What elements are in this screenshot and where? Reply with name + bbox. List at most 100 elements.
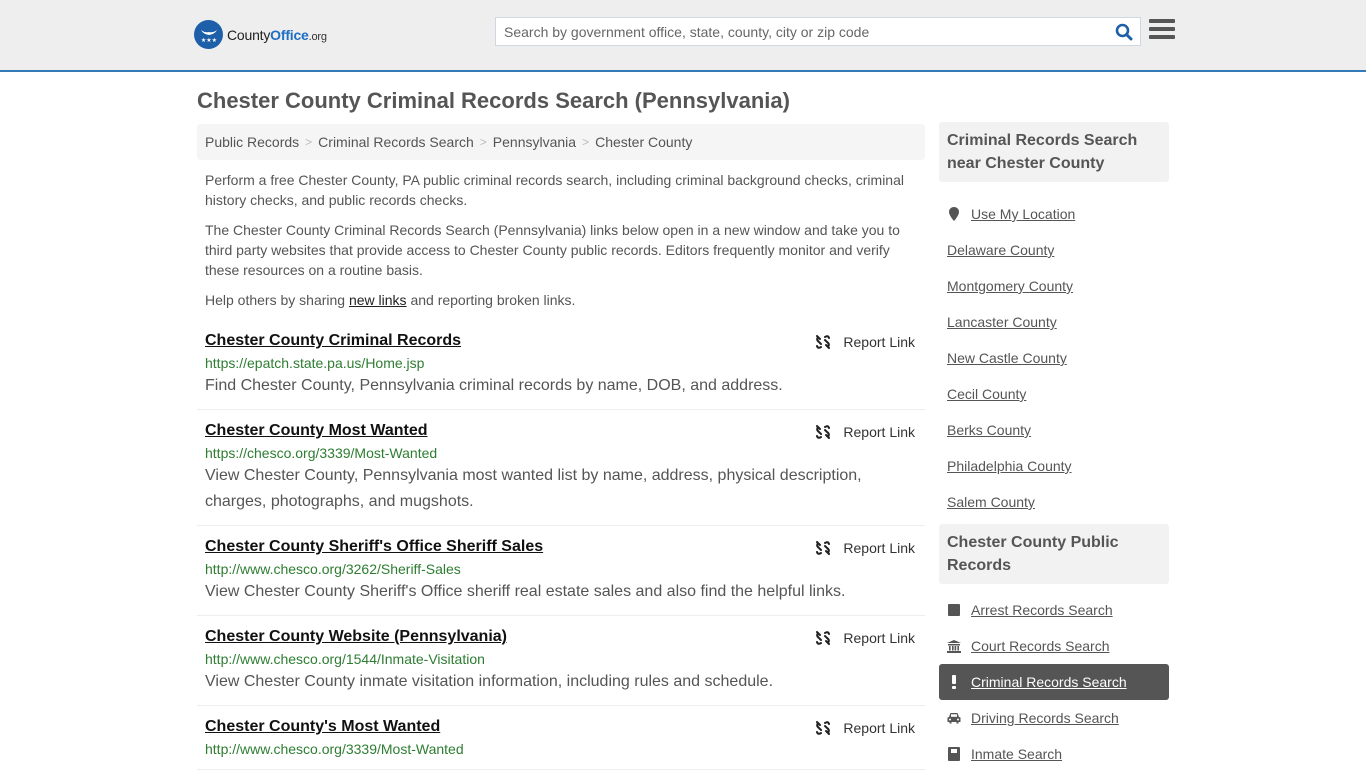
- eagle-logo-icon: ★★★: [194, 20, 223, 49]
- court-records-link[interactable]: Court Records Search: [971, 638, 1110, 654]
- menu-bar: [1149, 27, 1175, 31]
- result-title-link[interactable]: Chester County Sheriff's Office Sheriff …: [205, 536, 543, 558]
- nearby-county-link[interactable]: Philadelphia County: [947, 458, 1072, 474]
- nearby-county-list: Use My Location Delaware County Montgome…: [939, 182, 1169, 520]
- breadcrumb-separator: >: [582, 135, 590, 149]
- site-logo[interactable]: ★★★ CountyOffice.org: [194, 20, 327, 49]
- public-record-item-active: Criminal Records Search: [939, 664, 1169, 700]
- result-url: http://www.chesco.org/3339/Most-Wanted: [205, 741, 464, 757]
- courthouse-icon: [947, 639, 961, 653]
- broken-link-icon: [816, 631, 831, 645]
- result-url: https://epatch.state.pa.us/Home.jsp: [205, 355, 425, 371]
- public-records-section: Chester County Public Records Arrest Rec…: [939, 524, 1169, 772]
- report-link-label: Report Link: [843, 720, 915, 736]
- nearby-county-item: Berks County: [939, 412, 1169, 448]
- menu-bar: [1149, 19, 1175, 23]
- nearby-county-link[interactable]: Berks County: [947, 422, 1031, 438]
- nearby-county-link[interactable]: Cecil County: [947, 386, 1026, 402]
- public-record-item: Driving Records Search: [939, 700, 1169, 736]
- breadcrumb-item-pennsylvania[interactable]: Pennsylvania: [493, 134, 576, 150]
- nearby-county-item: Montgomery County: [939, 268, 1169, 304]
- search-icon: [1115, 23, 1133, 40]
- menu-bar: [1149, 35, 1175, 39]
- report-link-label: Report Link: [843, 630, 915, 646]
- broken-link-icon: [816, 425, 831, 439]
- search-button[interactable]: [1108, 18, 1140, 45]
- result-title-link[interactable]: Chester County's Most Wanted: [205, 716, 440, 738]
- breadcrumb-separator: >: [479, 135, 487, 149]
- site-header: ★★★ CountyOffice.org: [0, 0, 1366, 72]
- arrest-records-link[interactable]: Arrest Records Search: [971, 602, 1113, 618]
- square-icon: [947, 604, 961, 616]
- search-input[interactable]: [496, 18, 1108, 45]
- breadcrumb-item-public-records[interactable]: Public Records: [205, 134, 299, 150]
- public-record-item: Inmate Search: [939, 736, 1169, 772]
- result-item: Chester County Most Wanted Report Link h…: [197, 410, 925, 526]
- result-url: http://www.chesco.org/3262/Sheriff-Sales: [205, 561, 461, 577]
- new-links-link[interactable]: new links: [349, 292, 407, 308]
- nearby-county-item: Lancaster County: [939, 304, 1169, 340]
- result-url: http://www.chesco.org/1544/Inmate-Visita…: [205, 651, 485, 667]
- map-marker-icon: [947, 207, 961, 221]
- public-record-item: Court Records Search: [939, 628, 1169, 664]
- report-link-button[interactable]: Report Link: [815, 334, 915, 350]
- nearby-county-link[interactable]: Montgomery County: [947, 278, 1073, 294]
- nearby-county-link[interactable]: Salem County: [947, 494, 1035, 510]
- share-text: Help others by sharing: [205, 292, 349, 308]
- result-description: Find Chester County, Pennsylvania crimin…: [205, 377, 783, 394]
- intro-text: Perform a free Chester County, PA public…: [197, 170, 925, 310]
- report-link-button[interactable]: Report Link: [815, 630, 915, 646]
- result-description: View Chester County inmate visitation in…: [205, 673, 774, 690]
- logo-text: CountyOffice.org: [227, 26, 327, 43]
- nearby-county-link[interactable]: New Castle County: [947, 350, 1067, 366]
- nearby-counties-section: Criminal Records Search near Chester Cou…: [939, 122, 1169, 520]
- breadcrumb-item-chester-county[interactable]: Chester County: [595, 134, 692, 150]
- sidebar: Criminal Records Search near Chester Cou…: [939, 122, 1169, 772]
- broken-link-icon: [816, 541, 831, 555]
- intro-paragraph: The Chester County Criminal Records Sear…: [205, 222, 900, 278]
- breadcrumb: Public Records > Criminal Records Search…: [197, 124, 925, 160]
- inmate-icon: [947, 747, 961, 761]
- result-item: Chester County Website (Pennsylvania) Re…: [197, 616, 925, 706]
- driving-records-link[interactable]: Driving Records Search: [971, 710, 1119, 726]
- result-item: Chester County Criminal Records Report L…: [197, 326, 925, 410]
- report-link-button[interactable]: Report Link: [815, 720, 915, 736]
- svg-text:★★★: ★★★: [200, 37, 216, 44]
- result-description: View Chester County Sheriff's Office she…: [205, 583, 846, 600]
- share-links-paragraph: Help others by sharing new links and rep…: [205, 290, 917, 310]
- report-link-label: Report Link: [843, 334, 915, 350]
- hamburger-menu-button[interactable]: [1149, 19, 1175, 43]
- nearby-county-item: Philadelphia County: [939, 448, 1169, 484]
- inmate-search-link[interactable]: Inmate Search: [971, 746, 1062, 762]
- public-records-heading: Chester County Public Records: [939, 524, 1169, 584]
- intro-paragraph: Perform a free Chester County, PA public…: [205, 172, 904, 208]
- report-link-label: Report Link: [843, 540, 915, 556]
- car-icon: [947, 712, 961, 724]
- criminal-records-link[interactable]: Criminal Records Search: [971, 674, 1127, 690]
- result-title-link[interactable]: Chester County Criminal Records: [205, 330, 461, 352]
- result-item: Chester County's Most Wanted Report Link…: [197, 706, 925, 770]
- use-my-location-link[interactable]: Use My Location: [971, 206, 1075, 222]
- report-link-button[interactable]: Report Link: [815, 424, 915, 440]
- share-text: and reporting broken links.: [406, 292, 576, 308]
- result-title-link[interactable]: Chester County Most Wanted: [205, 420, 428, 442]
- nearby-county-item: Delaware County: [939, 232, 1169, 268]
- search-bar: [495, 17, 1141, 46]
- breadcrumb-item-criminal-records[interactable]: Criminal Records Search: [318, 134, 474, 150]
- nearby-county-item: New Castle County: [939, 340, 1169, 376]
- nearby-heading: Criminal Records Search near Chester Cou…: [939, 122, 1169, 182]
- public-record-item: Arrest Records Search: [939, 592, 1169, 628]
- report-link-button[interactable]: Report Link: [815, 540, 915, 556]
- broken-link-icon: [816, 721, 831, 735]
- nearby-county-link[interactable]: Lancaster County: [947, 314, 1057, 330]
- nearby-county-item: Salem County: [939, 484, 1169, 520]
- exclamation-icon: [947, 675, 961, 689]
- page-title: Chester County Criminal Records Search (…: [197, 88, 790, 113]
- main-content: Public Records > Criminal Records Search…: [197, 124, 925, 770]
- use-my-location-item: Use My Location: [939, 196, 1169, 232]
- result-url: https://chesco.org/3339/Most-Wanted: [205, 445, 438, 461]
- result-title-link[interactable]: Chester County Website (Pennsylvania): [205, 626, 507, 648]
- results-list: Chester County Criminal Records Report L…: [197, 326, 925, 770]
- result-item: Chester County Sheriff's Office Sheriff …: [197, 526, 925, 616]
- nearby-county-link[interactable]: Delaware County: [947, 242, 1054, 258]
